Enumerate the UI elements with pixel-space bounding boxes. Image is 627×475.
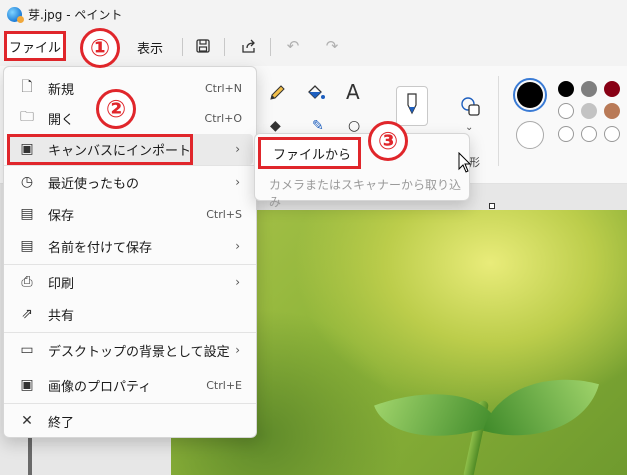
file-menu-item-label: 印刷 xyxy=(48,276,75,292)
step-badge-2: ② xyxy=(96,89,136,129)
file-menu-item[interactable]: ✕ 終了 xyxy=(4,406,256,436)
primary-color-button[interactable] xyxy=(513,78,547,112)
toolbar-separator xyxy=(224,38,225,56)
palette-swatch[interactable] xyxy=(604,103,620,119)
palette-swatch[interactable] xyxy=(558,126,574,142)
file-menu-item-shortcut: Ctrl+E xyxy=(206,378,242,392)
import-submenu: ファイルから カメラまたはスキャナーから取り込み xyxy=(254,133,470,209)
menu-divider xyxy=(4,403,256,404)
step-badge-1: ① xyxy=(80,28,120,68)
secondary-color-button[interactable] xyxy=(516,121,544,149)
file-menu-item-label: 保存 xyxy=(48,208,75,224)
palette-swatch[interactable] xyxy=(604,81,620,97)
fill-bucket-icon[interactable] xyxy=(306,84,326,107)
file-menu-item[interactable]: ▣ 画像のプロパティ Ctrl+E xyxy=(4,370,256,400)
palette-swatch[interactable] xyxy=(604,126,620,142)
paint-app-icon xyxy=(7,6,24,23)
chevron-right-icon: › xyxy=(235,175,240,189)
desktop-background-icon: ▭ xyxy=(20,342,34,358)
canvas-resize-handle[interactable] xyxy=(489,203,495,209)
file-menu-item-label: 画像のプロパティ xyxy=(48,379,152,395)
new-file-icon: 🗋 xyxy=(21,79,33,95)
brush-button[interactable] xyxy=(396,86,428,126)
palette-swatch[interactable] xyxy=(581,81,597,97)
file-menu-item-label: 共有 xyxy=(48,308,75,324)
file-menu-item-label: 最近使ったもの xyxy=(48,176,140,192)
file-menu-item-label: デスクトップの背景として設定 xyxy=(48,344,230,360)
import-from-camera-item[interactable]: カメラまたはスキャナーから取り込み xyxy=(269,176,469,210)
primary-color-swatch xyxy=(517,82,543,108)
recent-clock-icon: ◷ xyxy=(20,174,34,190)
menu-divider xyxy=(4,264,256,265)
toolbar-separator xyxy=(270,38,271,56)
file-menu-item-shortcut: Ctrl+N xyxy=(204,81,242,95)
file-menu-item-label: 名前を付けて保存 xyxy=(48,240,153,256)
import-highlight-box xyxy=(7,134,193,165)
file-menu-item[interactable]: ▤ 保存 Ctrl+S xyxy=(4,199,256,229)
open-folder-icon: 🗀 xyxy=(20,109,34,125)
share-icon[interactable] xyxy=(238,36,258,56)
color-picker-icon[interactable]: ✎ xyxy=(312,118,324,134)
share-icon: ⇗ xyxy=(21,306,33,322)
palette-swatch[interactable] xyxy=(581,103,597,119)
file-menu-item[interactable]: ▭ デスクトップの背景として設定 › xyxy=(4,335,256,365)
file-menu-item-label: 終了 xyxy=(48,415,75,431)
magnifier-icon[interactable]: ○ xyxy=(348,118,360,134)
import-from-file-item[interactable]: ファイルから xyxy=(258,137,361,169)
save-as-icon: ▤ xyxy=(20,238,34,254)
toolbar-separator xyxy=(182,38,183,56)
file-menu-item[interactable]: ◷ 最近使ったもの › xyxy=(4,167,256,197)
view-menu-button[interactable]: 表示 xyxy=(137,38,163,57)
save-icon[interactable] xyxy=(193,36,213,56)
close-icon: ✕ xyxy=(21,413,33,429)
file-menu-item[interactable]: ⇗ 共有 xyxy=(4,299,256,329)
image-properties-icon: ▣ xyxy=(20,377,34,393)
print-icon: ⎙ xyxy=(21,274,33,290)
file-menu-item[interactable]: ▤ 名前を付けて保存 › xyxy=(4,231,256,261)
text-tool-icon[interactable]: A xyxy=(346,80,360,104)
save-icon: ▤ xyxy=(20,206,34,222)
file-menu-item-label: 新規 xyxy=(48,82,75,98)
chevron-right-icon: › xyxy=(235,275,240,289)
palette-swatch[interactable] xyxy=(558,81,574,97)
chevron-right-icon: › xyxy=(235,142,240,156)
shapes-dropdown-chevron-icon[interactable]: ⌄ xyxy=(465,122,473,133)
pencil-icon[interactable] xyxy=(268,84,286,107)
window-title: 芽.jpg - ペイント xyxy=(28,7,123,22)
redo-icon[interactable]: ↷ xyxy=(322,36,342,56)
title-bar: 芽.jpg - ペイント xyxy=(0,0,627,28)
file-menu-item[interactable]: ⎙ 印刷 › xyxy=(4,267,256,297)
file-menu-button[interactable]: ファイル xyxy=(4,31,66,61)
menu-divider xyxy=(4,165,256,166)
file-menu-item-shortcut: Ctrl+S xyxy=(206,207,242,221)
file-menu-item-shortcut: Ctrl+O xyxy=(204,111,242,125)
chevron-right-icon: › xyxy=(235,239,240,253)
sprout-leaf-right xyxy=(482,358,600,457)
palette-swatch[interactable] xyxy=(581,126,597,142)
file-menu-item-label: 開く xyxy=(48,112,75,128)
menu-divider xyxy=(4,332,256,333)
ribbon-separator xyxy=(498,76,499,166)
palette-swatch[interactable] xyxy=(558,103,574,119)
shapes-icon[interactable] xyxy=(460,96,482,123)
undo-icon[interactable]: ↶ xyxy=(283,36,303,56)
chevron-right-icon: › xyxy=(235,343,240,357)
step-badge-3: ③ xyxy=(368,121,408,161)
eraser-icon[interactable]: ◆ xyxy=(270,118,281,134)
